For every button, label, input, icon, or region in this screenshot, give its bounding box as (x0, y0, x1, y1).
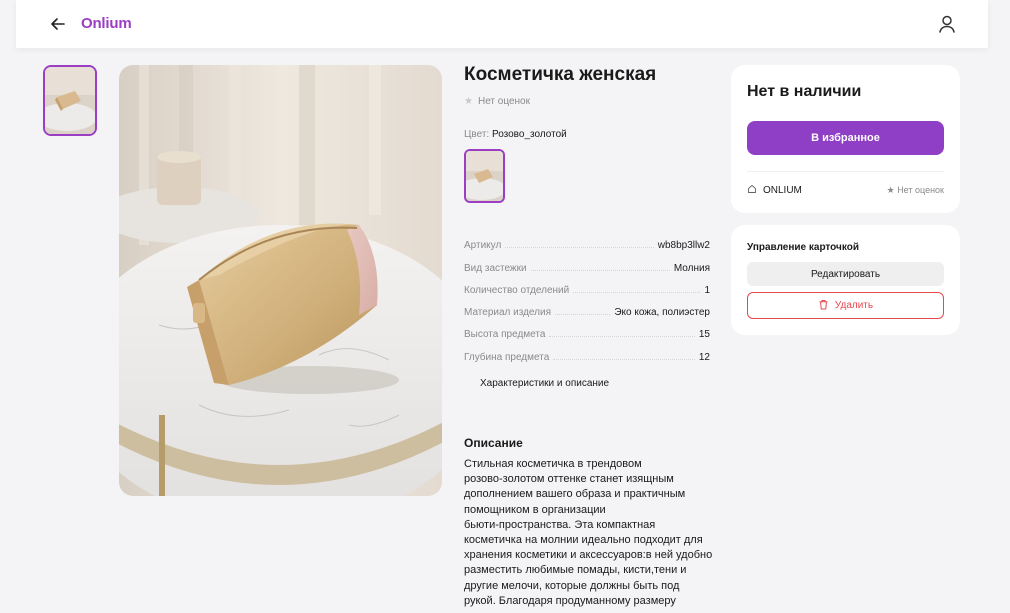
product-rating: ★ Нет оценок (464, 96, 710, 107)
description-title: Описание (464, 436, 523, 450)
delete-label: Удалить (834, 300, 874, 311)
spec-dots (573, 291, 701, 293)
spec-dots (553, 358, 695, 360)
manage-card: Управление карточкой Редактировать Удали… (731, 225, 960, 335)
purchase-card: Нет в наличии В избранное ONLIUM ★ Нет о… (731, 65, 960, 213)
spec-key: Вид застежки (464, 262, 527, 274)
edit-button[interactable]: Редактировать (747, 262, 944, 286)
seller-rating: ★ Нет оценок (887, 185, 944, 196)
spec-dots (530, 269, 670, 271)
back-arrow-icon[interactable] (48, 14, 68, 34)
spec-key: Артикул (464, 240, 502, 252)
color-value: Розово_золотой (491, 129, 567, 140)
shop-icon (747, 184, 757, 197)
star-icon: ★ (464, 96, 473, 107)
product-info: Косметичка женская ★ Нет оценок Цвет: Ро… (464, 62, 710, 203)
delete-button[interactable]: Удалить (747, 292, 944, 319)
description-text: Стильная косметичка в трендовом розово-з… (464, 458, 713, 607)
spec-row: Вид застежки Молния (464, 251, 710, 274)
logo[interactable]: Onlium (81, 15, 132, 32)
manage-card-title: Управление карточкой (747, 242, 859, 253)
rating-text: Нет оценок (477, 96, 530, 107)
spec-key: Количество отделений (464, 284, 570, 296)
spec-key: Материал изделия (464, 307, 551, 319)
gallery-thumbnail[interactable] (43, 65, 97, 136)
spec-value: wb8bp3llw2 (657, 240, 710, 252)
color-row: Цвет: Розово_золотой (464, 129, 710, 140)
top-header: Onlium (16, 0, 988, 48)
product-title: Косметичка женская (464, 64, 657, 85)
color-variant-thumbnail[interactable] (464, 149, 505, 203)
spec-row: Количество отделений 1 (464, 274, 710, 296)
spec-key: Высота предмета (464, 329, 546, 341)
spec-row: Артикул wb8bp3llw2 (464, 229, 710, 251)
spec-row: Материал изделия Эко кожа, полиэстер (464, 296, 710, 318)
spec-row: Высота предмета 15 (464, 318, 710, 340)
product-photo (119, 65, 442, 496)
spec-dots (555, 314, 611, 316)
seller-link[interactable]: ONLIUM (747, 184, 802, 197)
divider (747, 171, 944, 172)
stock-status: Нет в наличии (747, 83, 862, 100)
spec-value: Молния (673, 262, 710, 274)
spec-value: 15 (698, 329, 710, 341)
user-icon[interactable] (936, 13, 958, 35)
spec-row: Глубина предмета 12 (464, 340, 710, 363)
spec-dots (549, 336, 695, 338)
color-label: Цвет: (464, 129, 490, 140)
seller-rating-text: Нет оценок (897, 185, 944, 195)
seller-name: ONLIUM (763, 185, 802, 196)
spec-value: 1 (704, 284, 710, 296)
spec-value: Эко кожа, полиэстер (614, 307, 710, 319)
spec-key: Глубина предмета (464, 351, 550, 363)
star-icon: ★ (886, 185, 898, 195)
spec-value: 12 (698, 351, 710, 363)
add-to-favorites-button[interactable]: В избранное (747, 121, 944, 155)
spec-dots (505, 247, 654, 249)
trash-icon (818, 299, 829, 313)
specs-list: Артикул wb8bp3llw2 Вид застежки Молния К… (464, 229, 710, 363)
characteristics-link[interactable]: Характеристики и описание (480, 378, 609, 389)
